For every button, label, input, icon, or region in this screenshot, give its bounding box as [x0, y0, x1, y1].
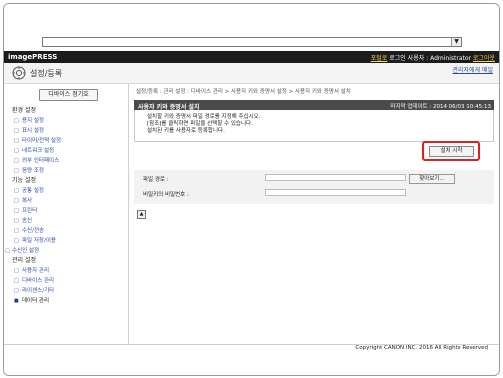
browse-button[interactable]: 찾아보기...	[409, 174, 455, 184]
sidebar-item[interactable]: 송신	[12, 216, 126, 226]
settings-icon	[12, 66, 26, 80]
sidebar-item[interactable]: 디바이스 관리	[12, 276, 126, 286]
sidebar-item[interactable]: 공통 설정	[12, 186, 126, 196]
topbar-user-area: 포털로 로그인 사용자 : Administrator 로그아웃	[371, 53, 495, 62]
last-updated: 마지막 업데이트 : 2014 06/03 10:45:13	[390, 104, 491, 110]
panel-header: 사용자 키와 증명서 설치 마지막 업데이트 : 2014 06/03 10:4…	[134, 100, 494, 111]
sidebar-item[interactable]: 외부 인터페이스	[12, 156, 126, 166]
sidebar-nav: 환경 설정용지 설정표시 설정타이머/전력 설정네트워크 설정외부 인터페이스음…	[5, 106, 126, 306]
app-topbar: imagePRESS 포털로 로그인 사용자 : Administrator 로…	[4, 51, 499, 63]
logout-link[interactable]: 로그아웃	[473, 55, 495, 62]
sidebar-item[interactable]: 네트워크 설정	[12, 146, 126, 156]
description-line: [참조]를 클릭하면 파일을 선택할 수 있습니다.	[147, 121, 253, 127]
sidebar-item[interactable]: 타이머/전력 설정	[12, 136, 126, 146]
sidebar: 디바이스 정기호 환경 설정용지 설정표시 설정타이머/전력 설정네트워크 설정…	[4, 84, 129, 344]
login-user-label: 로그인 사용자 : Administrator	[389, 55, 471, 62]
sidebar-section: 환경 설정	[12, 107, 36, 114]
address-dropdown-icon[interactable]: ▼	[451, 38, 461, 46]
description: 설치할 키와 증명서 파일 경로를 지정해 주십시오. [참조]를 클릭하면 파…	[147, 114, 260, 135]
sidebar-item[interactable]: 파일 저장/이용	[12, 236, 126, 246]
page-header: 설정/등록 관리자에게 메일	[4, 63, 499, 84]
install-form: 파일 경로 : 찾아보기... 비밀키의 비밀번호 :	[134, 170, 494, 204]
portal-link[interactable]: 포털로	[371, 55, 388, 62]
install-button-highlight: 설치 시작	[422, 141, 480, 161]
browser-window: ▼ imagePRESS 포털로 로그인 사용자 : Administrator…	[3, 3, 500, 376]
copyright: Copyright CANON INC. 2016 All Rights Res…	[355, 345, 488, 351]
breadcrumb: 설정/등록 : 관리 설정 : 디바이스 관리 > 사용자 키와 증명서 설정 …	[136, 89, 351, 95]
sidebar-section: 관리 설정	[12, 257, 36, 264]
file-path-input[interactable]	[265, 174, 406, 181]
device-name-button[interactable]: 디바이스 정기호	[39, 89, 98, 101]
sidebar-section: 기능 설정	[12, 177, 36, 184]
private-key-password-label: 비밀키의 비밀번호 :	[143, 192, 189, 198]
description-line: 설치된 키를 사용자로 등록합니다.	[147, 128, 225, 134]
scroll-to-top-icon[interactable]: ▲	[137, 210, 146, 219]
private-key-password-input[interactable]	[265, 189, 406, 196]
sidebar-item[interactable]: 표시 설정	[12, 126, 126, 136]
sidebar-item[interactable]: 프린터	[12, 206, 126, 216]
brand-name: imagePRESS	[8, 53, 58, 61]
panel-body: 설치할 키와 증명서 파일 경로를 지정해 주십시오. [참조]를 클릭하면 파…	[134, 110, 494, 142]
sidebar-item[interactable]: 사용자 관리	[12, 266, 126, 276]
install-start-button[interactable]: 설치 시작	[429, 146, 474, 157]
sidebar-item[interactable]: 복사	[12, 196, 126, 206]
address-bar[interactable]: ▼	[42, 37, 462, 47]
sidebar-item[interactable]: 수신/전송	[12, 226, 126, 236]
mail-to-admin-link[interactable]: 관리자에게 메일	[452, 65, 493, 74]
page-title: 설정/등록	[30, 69, 63, 78]
sidebar-item[interactable]: 용지 설정	[12, 116, 126, 126]
sidebar-item[interactable]: 음량 조정	[12, 166, 126, 176]
sidebar-item[interactable]: 데이터 관리	[12, 296, 126, 306]
main-content: 설정/등록 : 관리 설정 : 디바이스 관리 > 사용자 키와 증명서 설정 …	[131, 84, 499, 344]
browser-toolbar: ▼	[4, 4, 499, 50]
footer: Copyright CANON INC. 2016 All Rights Res…	[4, 344, 499, 375]
sidebar-item[interactable]: 라이센스/기타	[12, 286, 126, 296]
sidebar-item[interactable]: 수신인 설정	[5, 246, 126, 256]
file-path-label: 파일 경로 :	[143, 177, 169, 183]
description-line: 설치할 키와 증명서 파일 경로를 지정해 주십시오.	[147, 114, 261, 120]
